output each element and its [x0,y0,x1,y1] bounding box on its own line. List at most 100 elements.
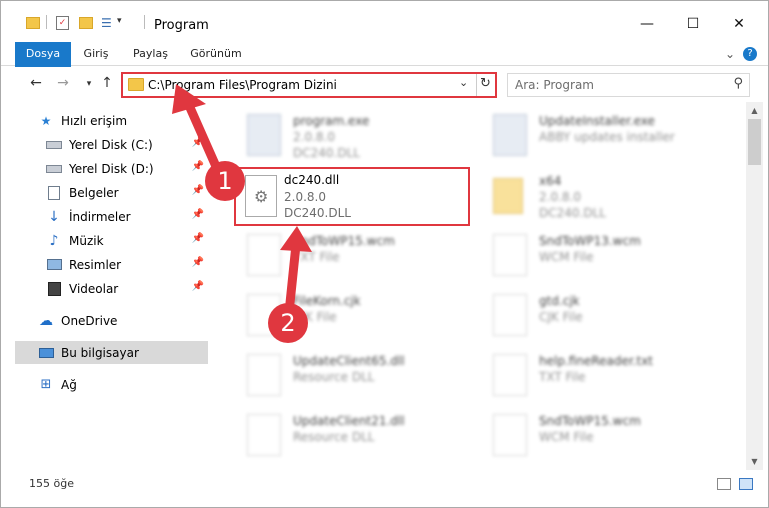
refresh-icon[interactable]: ↻ [480,76,491,91]
view-options-icon[interactable]: ☰ [101,16,112,32]
large-icons-view-icon[interactable] [739,478,753,490]
sidebar-item-documents[interactable]: Belgeler 📌 [15,181,208,204]
sidebar-item-videos[interactable]: Videolar 📌 [15,277,208,300]
customize-toolbar-icon[interactable]: ▾ [117,16,122,32]
pin-icon[interactable]: 📌 [192,209,204,220]
sidebar-item-label: Bu bilgisayar [61,345,139,360]
vertical-scrollbar[interactable]: ▲ ▼ [746,102,763,470]
window-title: Program [154,18,209,33]
file-detail: DC240.DLL [293,146,360,160]
sidebar-item-label: Müzik [69,233,104,248]
properties-icon[interactable]: ✓ [56,16,69,30]
pin-icon[interactable]: 📌 [192,137,204,148]
up-arrow-icon[interactable]: ↑ [98,75,116,91]
sidebar-item-label: Resimler [69,257,122,272]
chevron-down-icon[interactable]: ⌄ [459,76,468,89]
list-item[interactable]: help.fineReader.txt TXT File [479,348,719,404]
sidebar-item-network[interactable]: ⊞ Ağ [15,373,208,396]
back-arrow-icon[interactable]: ← [27,75,45,91]
scroll-thumb[interactable] [748,119,761,165]
list-item[interactable]: SndToWP13.wcm WCM File [479,228,719,284]
list-item[interactable]: x64 2.0.8.0 DC240.DLL [479,168,719,224]
file-name: dc240.dll [284,173,340,187]
tab-home[interactable]: Giriş [76,42,116,66]
downloads-icon: ↓ [48,208,60,225]
tab-view[interactable]: Görünüm [186,42,246,66]
recent-locations-icon[interactable]: ▾ [80,79,98,89]
pin-icon[interactable]: 📌 [192,185,204,196]
help-icon[interactable]: ? [743,47,757,61]
status-bar: 155 öğe [1,471,768,495]
navigation-pane: ★ Hızlı erişim Yerel Disk (C:) 📌 Yerel D… [1,102,213,470]
pin-icon[interactable]: 📌 [192,161,204,172]
sidebar-item-this-pc[interactable]: Bu bilgisayar [15,341,208,364]
address-bar[interactable]: C:\Program Files\Program Dizini ⌄ ↻ [121,72,497,98]
list-item[interactable]: SndToWP15.wcm WCM File [479,408,719,464]
file-detail: Resource DLL [293,370,375,384]
computer-icon [37,345,55,361]
list-item[interactable]: SndToWP15.wcm TXT File [233,228,473,284]
file-name: program.exe [293,114,370,128]
list-item[interactable]: UpdateInstaller.exe ABBY updates install… [479,108,719,164]
list-item[interactable]: program.exe 2.0.8.0 DC240.DLL [233,108,473,164]
highlighted-file[interactable]: ⚙ dc240.dll 2.0.8.0 DC240.DLL [234,167,470,226]
folder-icon [128,78,144,91]
videos-icon [45,281,63,297]
file-name: x64 [539,174,562,188]
maximize-button[interactable]: ☐ [670,9,716,39]
sidebar-item-drive-c[interactable]: Yerel Disk (C:) 📌 [15,133,208,156]
file-name: FileKorn.cjk [293,294,361,308]
pin-icon[interactable]: 📌 [192,233,204,244]
tab-share[interactable]: Paylaş [123,42,178,66]
document-file-icon [493,234,527,276]
ribbon: Dosya Giriş Paylaş Görünüm ⌄ ? [1,42,768,98]
scroll-down-icon[interactable]: ▼ [746,453,763,470]
sidebar-item-pictures[interactable]: Resimler 📌 [15,253,208,276]
exe-file-icon [493,114,527,156]
list-item[interactable]: gtd.cjk CJK File [479,288,719,344]
file-detail: WCM File [539,250,594,264]
file-detail: TXT File [293,250,340,264]
pin-icon[interactable]: 📌 [192,281,204,292]
document-file-icon [493,414,527,456]
file-detail: CJK File [539,310,583,324]
star-icon: ★ [40,113,52,128]
sidebar-item-drive-d[interactable]: Yerel Disk (D:) 📌 [15,157,208,180]
drive-icon [45,137,63,153]
file-name: UpdateClient21.dll [293,414,405,428]
new-folder-icon[interactable] [79,17,93,29]
address-path[interactable]: C:\Program Files\Program Dizini [148,78,337,92]
scroll-up-icon[interactable]: ▲ [746,102,763,119]
sidebar-item-label: Videolar [69,281,119,296]
pin-icon[interactable]: 📌 [192,257,204,268]
close-button[interactable]: ✕ [716,9,762,39]
minimize-button[interactable]: — [624,9,670,39]
chevron-down-icon[interactable]: ⌄ [722,46,738,62]
details-view-icon[interactable] [717,478,731,490]
sidebar-item-onedrive[interactable]: ☁ OneDrive [15,309,208,332]
file-name: SndToWP13.wcm [539,234,641,248]
file-version: 2.0.8.0 [284,190,326,204]
file-detail: Resource DLL [293,430,375,444]
search-icon[interactable]: ⚲ [733,76,743,91]
sidebar-item-label: Yerel Disk (D:) [69,161,154,176]
document-file-icon [493,354,527,396]
document-file-icon [493,294,527,336]
documents-icon [45,185,63,201]
sidebar-item-quick-access[interactable]: ★ Hızlı erişim [15,109,208,132]
file-description: DC240.DLL [284,206,351,220]
file-detail: 2.0.8.0 [539,190,581,204]
dll-file-icon [247,354,281,396]
forward-arrow-icon[interactable]: → [54,75,72,91]
music-icon: ♪ [49,232,59,249]
network-icon: ⊞ [40,377,52,392]
list-item[interactable]: UpdateClient21.dll Resource DLL [233,408,473,464]
navigation-bar: ← → ▾ ↑ C:\Program Files\Program Dizini … [1,67,768,101]
step-2-badge: 2 [268,303,308,343]
title-bar: ✓ ☰ ▾ Program — ☐ ✕ [1,1,768,41]
search-input[interactable]: Ara: Program ⚲ [507,73,750,97]
sidebar-item-downloads[interactable]: ↓ İndirmeler 📌 [15,205,208,228]
separator [46,15,47,29]
sidebar-item-music[interactable]: ♪ Müzik 📌 [15,229,208,252]
list-item[interactable]: UpdateClient65.dll Resource DLL [233,348,473,404]
